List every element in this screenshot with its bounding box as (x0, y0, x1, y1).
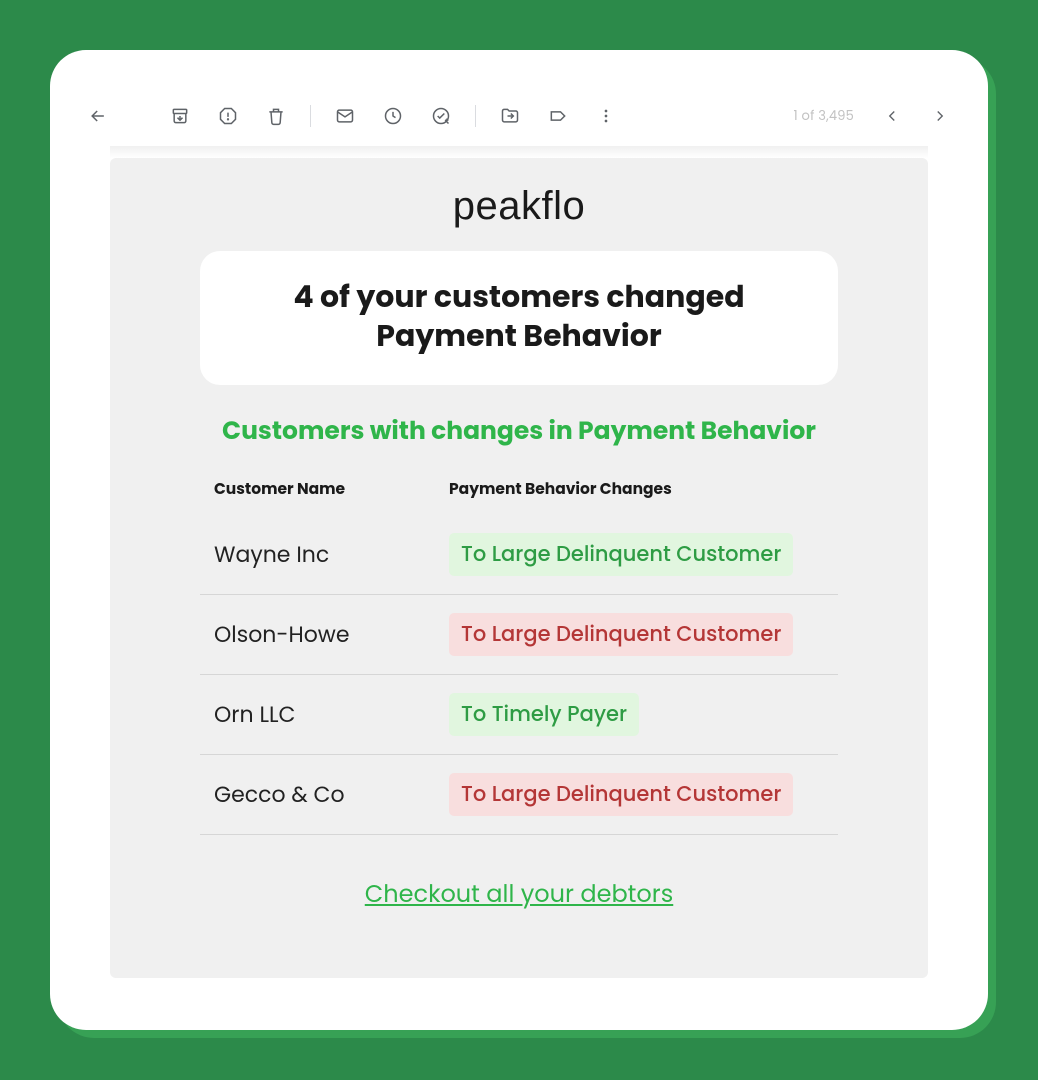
behavior-badge: To Large Delinquent Customer (449, 533, 793, 576)
snooze-icon[interactable] (373, 96, 413, 136)
table-row: Wayne Inc To Large Delinquent Customer (200, 515, 838, 595)
next-icon[interactable] (920, 96, 960, 136)
behavior-badge: To Large Delinquent Customer (449, 613, 793, 656)
report-spam-icon[interactable] (208, 96, 248, 136)
footer-link-wrap: Checkout all your debtors (110, 877, 928, 912)
archive-icon[interactable] (160, 96, 200, 136)
headline-card: 4 of your customers changed Payment Beha… (200, 251, 838, 385)
delete-icon[interactable] (256, 96, 296, 136)
behavior-badge: To Large Delinquent Customer (449, 773, 793, 816)
more-icon[interactable] (586, 96, 626, 136)
toolbar-shadow (110, 146, 928, 158)
table-header: Customer Name Payment Behavior Changes (200, 478, 838, 515)
behavior-table: Customer Name Payment Behavior Changes W… (200, 478, 838, 835)
email-toolbar: 1 of 3,495 (50, 86, 988, 146)
customer-name: Orn LLC (214, 698, 449, 731)
add-task-icon[interactable] (421, 96, 461, 136)
customer-name: Olson-Howe (214, 618, 449, 651)
headline-text: 4 of your customers changed Payment Beha… (230, 277, 808, 355)
col-header-name: Customer Name (214, 478, 449, 501)
email-preview-card: 1 of 3,495 peakflo 4 of your customers c… (50, 50, 988, 1030)
checkout-debtors-link[interactable]: Checkout all your debtors (365, 878, 674, 911)
prev-icon[interactable] (872, 96, 912, 136)
behavior-badge: To Timely Payer (449, 693, 639, 736)
table-row: Gecco & Co To Large Delinquent Customer (200, 755, 838, 835)
table-row: Orn LLC To Timely Payer (200, 675, 838, 755)
mark-unread-icon[interactable] (325, 96, 365, 136)
back-arrow-icon[interactable] (78, 96, 118, 136)
toolbar-separator (475, 105, 476, 127)
labels-icon[interactable] (538, 96, 578, 136)
toolbar-separator (310, 105, 311, 127)
customer-name: Wayne Inc (214, 538, 449, 571)
customer-name: Gecco & Co (214, 778, 449, 811)
table-row: Olson-Howe To Large Delinquent Customer (200, 595, 838, 675)
brand-logo: peakflo (110, 184, 928, 229)
section-subhead: Customers with changes in Payment Behavi… (110, 413, 928, 448)
message-count: 1 of 3,495 (794, 106, 854, 126)
email-body: peakflo 4 of your customers changed Paym… (110, 158, 928, 978)
move-to-icon[interactable] (490, 96, 530, 136)
col-header-change: Payment Behavior Changes (449, 478, 824, 501)
